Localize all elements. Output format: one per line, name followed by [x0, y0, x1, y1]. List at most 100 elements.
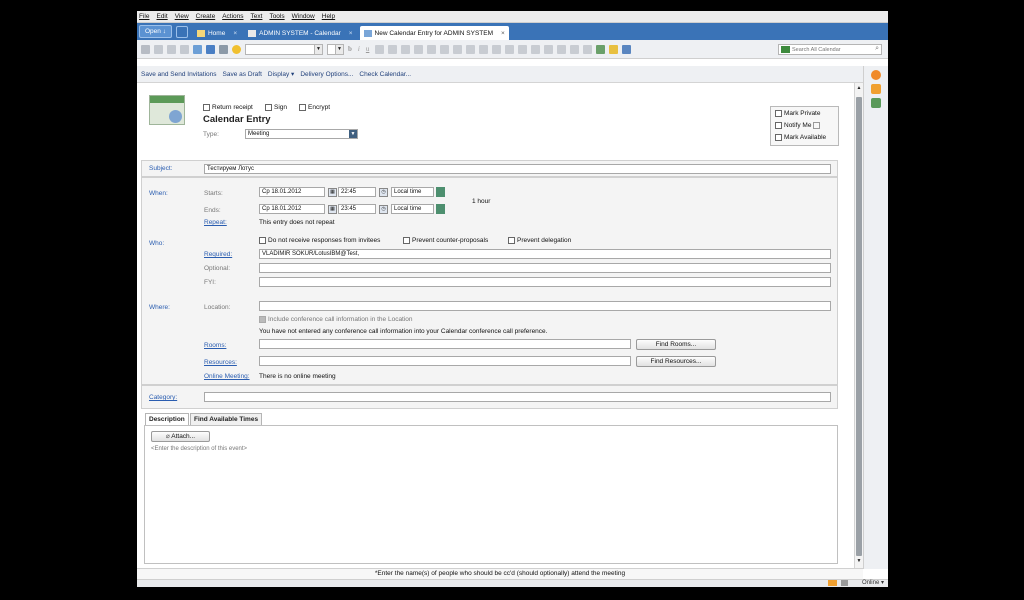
align-right-icon[interactable] — [492, 44, 502, 54]
required-link[interactable]: Required: — [204, 251, 232, 258]
menu-file[interactable]: File — [139, 13, 149, 20]
menu-text[interactable]: Text — [251, 13, 263, 20]
text-color-icon[interactable] — [388, 44, 398, 54]
pen-icon[interactable] — [596, 44, 606, 54]
delivery-options-button[interactable]: Delivery Options... — [300, 71, 353, 78]
fyi-field[interactable] — [259, 277, 831, 287]
optional-field[interactable] — [259, 263, 831, 273]
clock-icon[interactable]: ◷ — [379, 188, 388, 197]
spellcheck-icon[interactable] — [531, 44, 541, 54]
feeds-icon[interactable] — [871, 84, 881, 94]
save-send-button[interactable]: Save and Send Invitations — [141, 71, 217, 78]
image-icon[interactable] — [570, 44, 580, 54]
menu-actions[interactable]: Actions — [222, 13, 243, 20]
scroll-up-icon[interactable]: ▲ — [855, 85, 863, 93]
status-icons[interactable] — [828, 580, 848, 586]
rooms-link[interactable]: Rooms: — [204, 342, 226, 349]
globe-icon[interactable] — [436, 187, 445, 197]
menu-window[interactable]: Window — [292, 13, 315, 20]
required-field[interactable]: VLADIMIR SOKUR/LotusIBM@Test, — [259, 249, 831, 259]
end-timezone-field[interactable]: Local time — [391, 204, 434, 214]
menu-view[interactable]: View — [175, 13, 189, 20]
online-status[interactable]: Online ▾ — [862, 579, 884, 586]
indent-icon[interactable] — [414, 44, 424, 54]
hr-icon[interactable] — [583, 44, 593, 54]
start-date-field[interactable]: Ср 18.01.2012 — [259, 187, 325, 197]
save-icon[interactable] — [206, 44, 215, 54]
bold-button[interactable]: b — [348, 45, 352, 53]
check-calendar-button[interactable]: Check Calendar... — [359, 71, 411, 78]
sametime-icon[interactable] — [871, 70, 881, 80]
menu-edit[interactable]: Edit — [156, 13, 167, 20]
table-icon[interactable] — [544, 44, 554, 54]
date-picker-icon[interactable]: ▦ — [328, 188, 337, 197]
menu-create[interactable]: Create — [196, 13, 216, 20]
display-menu[interactable]: Display ▾ — [268, 70, 294, 78]
activities-icon[interactable] — [871, 98, 881, 108]
resources-link[interactable]: Resources: — [204, 359, 237, 366]
return-receipt-checkbox[interactable]: Return receipt — [203, 104, 253, 111]
attach-button[interactable]: ⌀ Attach... — [151, 431, 210, 442]
print-icon[interactable] — [219, 44, 228, 54]
scrollbar-thumb[interactable] — [856, 97, 862, 556]
encrypt-checkbox[interactable]: Encrypt — [299, 104, 330, 111]
search-input[interactable] — [792, 46, 862, 53]
date-picker-icon[interactable]: ▦ — [328, 205, 337, 214]
globe-icon[interactable] — [436, 204, 445, 214]
copy-icon[interactable] — [154, 44, 163, 54]
category-link[interactable]: Category: — [149, 394, 177, 401]
mark-private-checkbox[interactable]: Mark Private — [775, 110, 820, 117]
number-list-icon[interactable] — [453, 44, 463, 54]
prevent-delegation-checkbox[interactable]: Prevent delegation — [508, 237, 571, 244]
sign-checkbox[interactable]: Sign — [265, 104, 287, 111]
outdent-icon[interactable] — [427, 44, 437, 54]
sun-icon[interactable] — [232, 44, 241, 54]
align-left-icon[interactable] — [466, 44, 476, 54]
end-date-field[interactable]: Ср 18.01.2012 — [259, 204, 325, 214]
paste-icon[interactable] — [167, 44, 176, 54]
menu-help[interactable]: Help — [322, 13, 335, 20]
description-area[interactable]: ⌀ Attach... <Enter the description of th… — [144, 425, 838, 564]
category-field[interactable] — [204, 392, 831, 402]
prevent-counter-checkbox[interactable]: Prevent counter-proposals — [403, 237, 488, 244]
type-select[interactable]: Meeting ▼ — [245, 129, 358, 139]
underline-button[interactable]: u — [366, 45, 370, 53]
mark-available-checkbox[interactable]: Mark Available — [775, 134, 826, 141]
search-box[interactable]: ⌕ — [778, 44, 882, 55]
italic-button[interactable]: i — [358, 45, 360, 53]
subject-field[interactable]: Тестируем Лотус — [204, 164, 831, 174]
repeat-link[interactable]: Repeat: — [204, 219, 227, 226]
no-responses-checkbox[interactable]: Do not receive responses from invitees — [259, 237, 380, 244]
online-meeting-link[interactable]: Online Meeting: — [204, 373, 250, 380]
align-center-icon[interactable] — [479, 44, 489, 54]
find-rooms-button[interactable]: Find Rooms... — [636, 339, 716, 350]
tab-home[interactable]: Home × — [193, 26, 241, 40]
cut-icon[interactable] — [141, 44, 150, 54]
search-icon[interactable]: ⌕ — [875, 45, 879, 53]
tab-new-calendar-entry[interactable]: New Calendar Entry for ADMIN SYSTEM × — [359, 26, 509, 40]
rooms-field[interactable] — [259, 339, 631, 349]
bell-icon[interactable] — [813, 122, 821, 129]
start-time-field[interactable]: 22:45 — [338, 187, 376, 197]
tab-description[interactable]: Description — [145, 413, 189, 425]
open-button[interactable]: Open ↓ — [139, 25, 172, 38]
link-icon[interactable] — [557, 44, 567, 54]
close-icon[interactable]: × — [349, 30, 353, 37]
location-field[interactable] — [259, 301, 831, 311]
bullet-list-icon[interactable] — [440, 44, 450, 54]
new-icon[interactable] — [193, 44, 202, 54]
undo-icon[interactable] — [180, 44, 189, 54]
font-select[interactable]: ▼ — [245, 43, 323, 55]
justify-icon[interactable] — [505, 44, 515, 54]
close-icon[interactable]: × — [501, 30, 505, 37]
find-resources-button[interactable]: Find Resources... — [636, 356, 716, 367]
scroll-down-icon[interactable]: ▼ — [855, 558, 863, 566]
tool-icon[interactable] — [622, 44, 632, 54]
resources-field[interactable] — [259, 356, 631, 366]
form-scrollbar[interactable]: ▲ ▼ — [854, 83, 863, 568]
clock-icon[interactable]: ◷ — [379, 205, 388, 214]
size-select[interactable]: ▼ — [327, 43, 344, 55]
menu-tools[interactable]: Tools — [269, 13, 284, 20]
highlight-icon[interactable] — [401, 44, 411, 54]
tab-find-available-times[interactable]: Find Available Times — [190, 413, 263, 425]
